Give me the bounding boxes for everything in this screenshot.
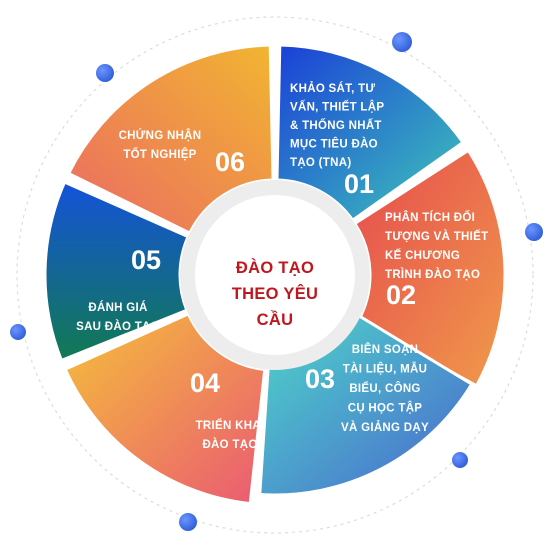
segment-03-label-line-1: BIÊN SOẠN [352, 343, 419, 356]
segment-01-label-line-2: VẤN, THIẾT LẬP [290, 101, 384, 114]
segment-05-label-line-2: SAU ĐÀO TẠO [76, 320, 160, 333]
orbit-dot-2 [96, 64, 114, 82]
center-hub: ĐÀO TẠO THEO YÊU CẦU [180, 180, 370, 370]
segment-02-label-line-2: TƯỢNG VÀ THIẾT [385, 230, 488, 243]
training-cycle-diagram: KHẢO SÁT, TƯ VẤN, THIẾT LẬP & THỐNG NHẤT MỤ… [10, 16, 543, 534]
segment-05-number: 05 [131, 245, 161, 275]
segment-01-label-line-4: MỤC TIÊU ĐÀO [290, 138, 378, 151]
center-title-line-3: CẦU [257, 310, 294, 329]
orbit-dot-3 [525, 223, 543, 241]
segment-02-number: 02 [386, 280, 416, 310]
orbit-dot-4 [10, 324, 26, 340]
segment-04-number: 04 [190, 368, 220, 398]
segment-06-label-line-1: CHỨNG NHẬN [119, 129, 202, 142]
segment-02-label-line-1: PHÂN TÍCH ĐỐI [385, 210, 475, 224]
segment-04-label-line-2: ĐÀO TẠO [202, 438, 257, 451]
segment-01-label-line-3: & THỐNG NHẤT [290, 118, 382, 132]
orbit-dot-1 [392, 32, 412, 52]
segment-01-label-line-5: TẠO (TNA) [290, 157, 351, 169]
orbit-dot-5 [452, 452, 468, 468]
segment-01-number: 01 [344, 169, 374, 199]
segment-03-label-line-4: CỤ HỌC TẬP [348, 402, 423, 415]
center-title-line-1: ĐÀO TẠO [236, 258, 314, 277]
segment-03-label-line-2: TÀI LIỆU, MẪU [343, 363, 427, 376]
segment-04-label-line-1: TRIỂN KHAI [196, 419, 265, 432]
orbit-dot-6 [179, 513, 197, 531]
segment-01-label-line-1: KHẢO SÁT, TƯ [290, 82, 375, 95]
segment-03-number: 03 [305, 364, 335, 394]
segment-03-label-line-5: VÀ GIẢNG DẠY [341, 421, 429, 434]
center-title-line-2: THEO YÊU [232, 284, 318, 303]
segment-05-label-line-1: ĐÁNH GIÁ [88, 301, 147, 314]
segment-06-label-line-2: TỐT NGHIỆP [123, 147, 196, 161]
segment-03-label-line-3: BIỂU, CÔNG [349, 382, 420, 395]
segment-06-number: 06 [215, 147, 245, 177]
segment-02-label-line-3: KẾ CHƯƠNG [385, 249, 460, 262]
